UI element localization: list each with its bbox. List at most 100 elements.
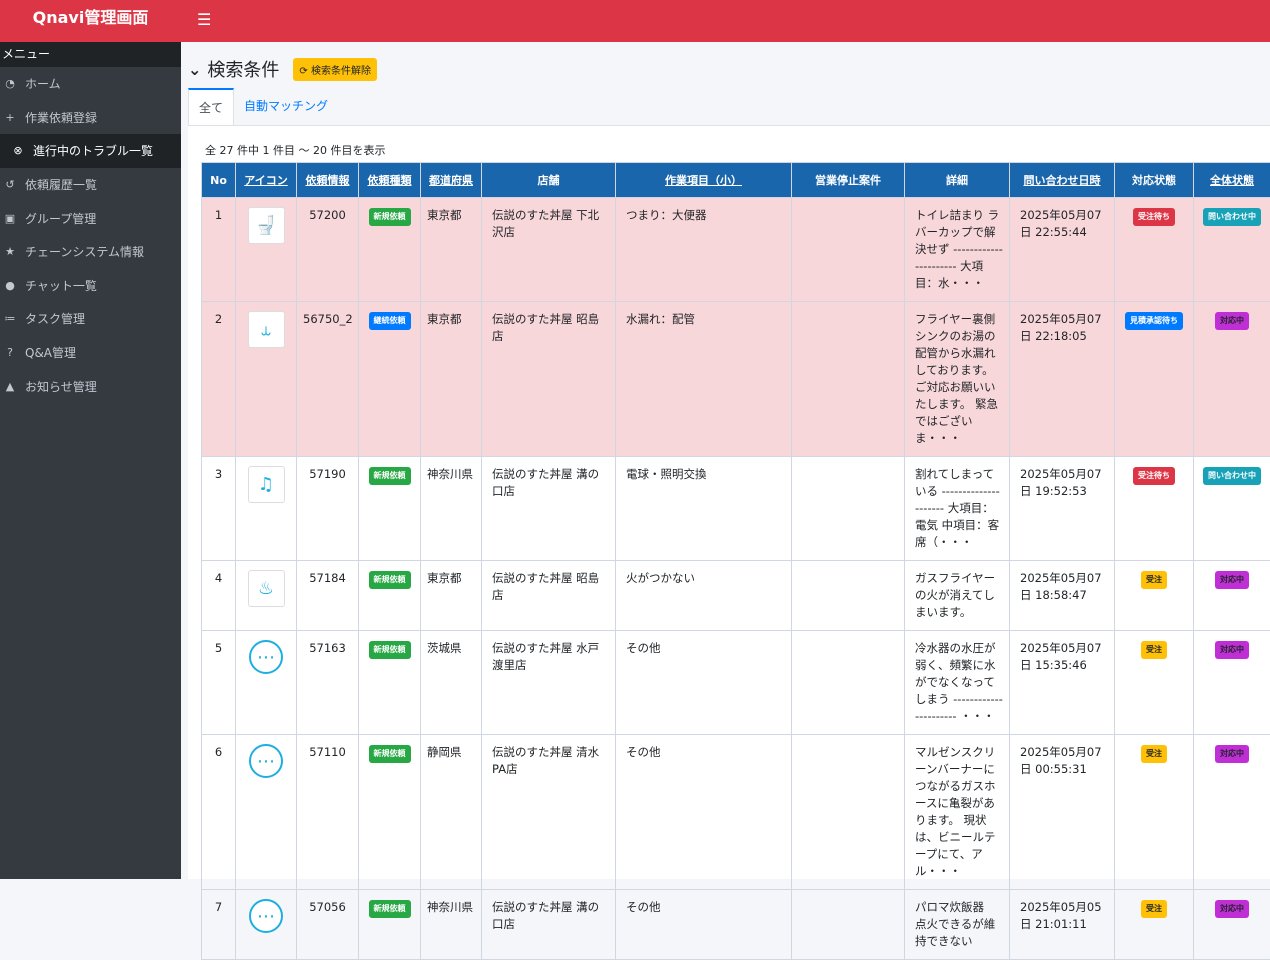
sidebar-item[interactable]: +作業依頼登録: [0, 101, 181, 135]
business-stop: [792, 302, 905, 457]
sidebar-item[interactable]: ◔ ホーム: [0, 67, 181, 101]
chevron-down-icon[interactable]: ⌄: [188, 60, 201, 79]
status-badge: 受注: [1141, 641, 1167, 659]
sidebar-item[interactable]: ≔タスク管理: [0, 302, 181, 336]
inquiry-date: 2025年05月05日 21:01:11: [1010, 890, 1115, 960]
request-type-badge: 新規依頼: [369, 208, 411, 226]
tab-auto-matching[interactable]: 自動マッチング: [234, 88, 338, 125]
sidebar-item[interactable]: ★チェーンシステム情報: [0, 235, 181, 269]
hamburger-menu-icon[interactable]: ☰: [197, 10, 211, 29]
column-header[interactable]: 依頼種類: [359, 163, 421, 198]
detail: トイレ詰まり ラバーカップで解決せず ---------------------…: [905, 198, 1010, 302]
question-icon: ?: [4, 346, 16, 359]
request-id[interactable]: 57110: [297, 735, 359, 890]
overall-status-badge: 対応中: [1215, 900, 1249, 918]
table-row[interactable]: 6 ⋯ 57110 新規依頼 静岡県 伝説のすた丼屋 清水PA店 その他 マルゼ…: [202, 735, 1270, 890]
inquiry-date: 2025年05月07日 18:58:47: [1010, 561, 1115, 631]
clear-search-button[interactable]: ⟳ 検索条件解除: [293, 58, 377, 81]
request-id[interactable]: 57184: [297, 561, 359, 631]
request-id[interactable]: 57163: [297, 631, 359, 735]
sidebar-item-label: 作業依頼登録: [25, 109, 97, 126]
column-header[interactable]: アイコン: [236, 163, 297, 198]
store-name: 伝説のすた丼屋 昭島店: [482, 302, 616, 457]
sidebar-item[interactable]: ▣グループ管理: [0, 201, 181, 235]
business-stop: [792, 561, 905, 631]
column-header[interactable]: 都道府県: [421, 163, 482, 198]
work-item: 火がつかない: [616, 561, 792, 631]
overall-status-badge: 問い合わせ中: [1203, 208, 1261, 226]
sidebar-item-label: 進行中のトラブル一覧: [33, 142, 153, 159]
overall-status-badge: 対応中: [1215, 571, 1249, 589]
request-type-badge: 継続依頼: [369, 312, 411, 330]
table-row[interactable]: 1 🚽 57200 新規依頼 東京都 伝説のすた丼屋 下北沢店 つまり：大便器 …: [202, 198, 1270, 302]
list-icon: ≔: [4, 312, 16, 325]
sidebar-item[interactable]: ▲お知らせ管理: [0, 369, 181, 403]
sidebar-item[interactable]: ↺依頼履歴一覧: [0, 168, 181, 202]
history-icon: ↺: [4, 178, 16, 191]
work-item: 電球・照明交換: [616, 457, 792, 561]
search-title[interactable]: 検索条件: [207, 56, 279, 82]
column-header[interactable]: 依頼情報: [297, 163, 359, 198]
request-type-badge: 新規依頼: [369, 900, 411, 918]
sidebar-item-label: ホーム: [25, 75, 61, 92]
column-header[interactable]: 作業項目（小）: [616, 163, 792, 198]
row-no: 3: [202, 457, 236, 561]
sidebar-item-label: チャット一覧: [25, 277, 97, 294]
status-badge: 受注: [1141, 745, 1167, 763]
column-header: 店舗: [482, 163, 616, 198]
request-id[interactable]: 57056: [297, 890, 359, 960]
request-type-badge: 新規依頼: [369, 571, 411, 589]
row-no: 2: [202, 302, 236, 457]
request-id[interactable]: 57190: [297, 457, 359, 561]
store-name: 伝説のすた丼屋 昭島店: [482, 561, 616, 631]
request-id[interactable]: 57200: [297, 198, 359, 302]
sidebar-item-label: Q&A管理: [25, 344, 76, 361]
sidebar-item[interactable]: ⊗ 進行中のトラブル一覧: [0, 134, 181, 168]
store-name: 伝説のすた丼屋 水戸渡里店: [482, 631, 616, 735]
work-item: つまり：大便器: [616, 198, 792, 302]
detail: パロマ炊飯器 点火できるが維持できない: [905, 890, 1010, 960]
table-row[interactable]: 3 ♫ 57190 新規依頼 神奈川県 伝説のすた丼屋 溝の口店 電球・照明交換…: [202, 457, 1270, 561]
prefecture: 東京都: [421, 198, 482, 302]
overall-status-badge: 対応中: [1215, 641, 1249, 659]
toilet-icon: 🚽: [248, 207, 285, 244]
store-name: 伝説のすた丼屋 溝の口店: [482, 890, 616, 960]
tabs: 全て 自動マッチング: [188, 88, 1270, 126]
store-name: 伝説のすた丼屋 下北沢店: [482, 198, 616, 302]
pipe-icon: ⥿: [248, 311, 285, 348]
lamp-icon: ♫: [248, 466, 285, 503]
menu-header: メニュー: [0, 42, 181, 67]
business-stop: [792, 198, 905, 302]
star-icon: ★: [4, 245, 16, 258]
status-badge: 受注待ち: [1133, 208, 1175, 226]
sidebar: Qnavi管理画面 メニュー ◔ ホーム +作業依頼登録 ⊗ 進行中のトラブル一覧 ↺依頼…: [0, 0, 181, 879]
sidebar-item-label: お知らせ管理: [25, 378, 97, 395]
request-id[interactable]: 56750_2: [297, 302, 359, 457]
work-item: 水漏れ：配管: [616, 302, 792, 457]
column-header: 営業停止案件: [792, 163, 905, 198]
row-no: 6: [202, 735, 236, 890]
status-badge: 受注: [1141, 900, 1167, 918]
store-name: 伝説のすた丼屋 溝の口店: [482, 457, 616, 561]
table-row[interactable]: 7 ⋯ 57056 新規依頼 神奈川県 伝説のすた丼屋 溝の口店 その他 パロマ…: [202, 890, 1270, 960]
work-item: その他: [616, 631, 792, 735]
sidebar-item[interactable]: ●チャット一覧: [0, 269, 181, 303]
table-row[interactable]: 4 ♨ 57184 新規依頼 東京都 伝説のすた丼屋 昭島店 火がつかない ガス…: [202, 561, 1270, 631]
table-row[interactable]: 2 ⥿ 56750_2 継続依頼 東京都 伝説のすた丼屋 昭島店 水漏れ：配管 …: [202, 302, 1270, 457]
column-header[interactable]: 全体状態: [1194, 163, 1270, 198]
prefecture: 東京都: [421, 561, 482, 631]
work-item: その他: [616, 890, 792, 960]
more-icon: ⋯: [249, 744, 283, 778]
app-title[interactable]: Qnavi管理画面: [0, 0, 181, 42]
trouble-table: Noアイコン依頼情報依頼種類都道府県店舗作業項目（小）営業停止案件詳細問い合わせ…: [201, 162, 1270, 960]
table-row[interactable]: 5 ⋯ 57163 新規依頼 茨城県 伝説のすた丼屋 水戸渡里店 その他 冷水器…: [202, 631, 1270, 735]
column-header: 対応状態: [1115, 163, 1194, 198]
tachometer-icon: ◔: [4, 77, 16, 90]
sidebar-item[interactable]: ? Q&A管理: [0, 336, 181, 370]
prefecture: 神奈川県: [421, 890, 482, 960]
x-circle-icon: ⊗: [12, 144, 24, 157]
tab-all[interactable]: 全て: [188, 88, 234, 125]
work-item: その他: [616, 735, 792, 890]
more-icon: ⋯: [249, 899, 283, 933]
column-header[interactable]: 問い合わせ日時: [1010, 163, 1115, 198]
